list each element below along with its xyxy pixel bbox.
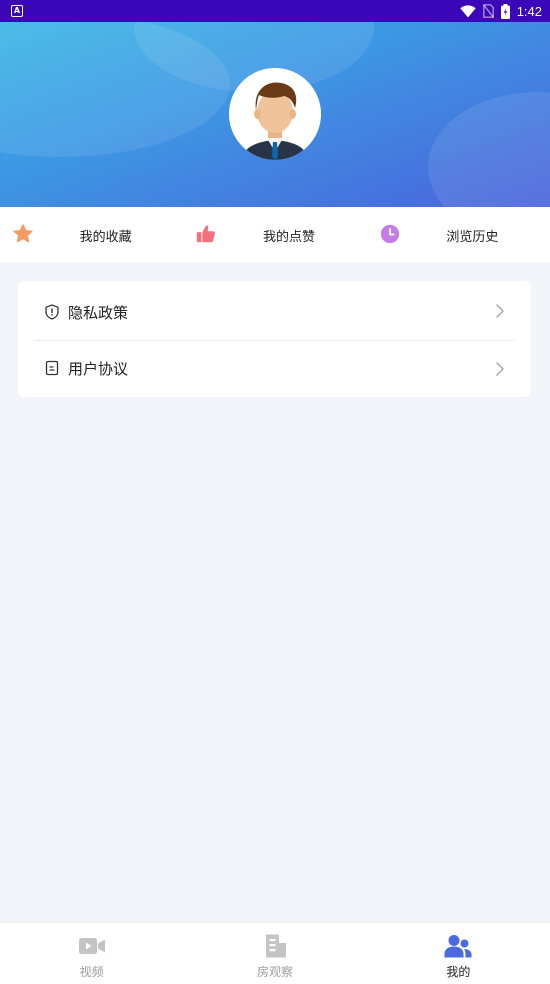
- building-icon: [265, 934, 286, 958]
- person-avatar-icon: [229, 68, 321, 160]
- menu-item-privacy-policy[interactable]: 隐私政策: [18, 281, 531, 339]
- clock-time: 1:42: [516, 3, 542, 19]
- chevron-right-icon: [496, 304, 504, 318]
- settings-menu-card: 隐私政策 用户协议: [18, 281, 531, 397]
- video-icon: [78, 938, 105, 954]
- shortcut-likes[interactable]: 我的点赞: [183, 207, 366, 262]
- chevron-right-icon: [496, 362, 504, 376]
- status-bar: A 1:42: [0, 0, 550, 22]
- wifi-icon: [459, 4, 476, 17]
- nav-tab-observation-label: 房观察: [256, 965, 293, 979]
- shortcut-history[interactable]: 浏览历史: [367, 207, 550, 262]
- document-icon: [45, 360, 59, 376]
- users-icon: [444, 935, 472, 958]
- header-decor-circle: [428, 92, 550, 207]
- shield-icon: [45, 304, 59, 320]
- nav-tab-observation[interactable]: 房观察: [183, 923, 366, 984]
- shortcut-favorites[interactable]: 我的收藏: [0, 207, 183, 262]
- menu-item-agreement-label: 用户协议: [68, 359, 129, 378]
- app-notification-icon: A: [11, 5, 23, 17]
- shortcut-row: 我的收藏 我的点赞 浏览历史: [0, 207, 550, 262]
- nav-tab-video-label: 视频: [79, 965, 104, 979]
- user-avatar[interactable]: [229, 68, 321, 160]
- nav-tab-video[interactable]: 视频: [0, 923, 183, 984]
- status-icons: 1:42: [459, 3, 542, 19]
- nav-tab-mine[interactable]: 我的: [367, 923, 550, 984]
- profile-header: [0, 22, 550, 207]
- menu-item-privacy-label: 隐私政策: [68, 303, 129, 322]
- bottom-navigation: 视频 房观察 我的: [0, 922, 550, 984]
- menu-item-user-agreement[interactable]: 用户协议: [18, 339, 531, 397]
- shortcut-favorites-label: 我的收藏: [79, 230, 132, 245]
- shortcut-history-label: 浏览历史: [446, 230, 499, 245]
- shortcut-likes-label: 我的点赞: [262, 230, 315, 245]
- no-sim-icon: [482, 4, 494, 18]
- battery-icon: [500, 3, 510, 19]
- header-decor-circle: [0, 22, 230, 157]
- nav-tab-mine-label: 我的: [446, 965, 471, 979]
